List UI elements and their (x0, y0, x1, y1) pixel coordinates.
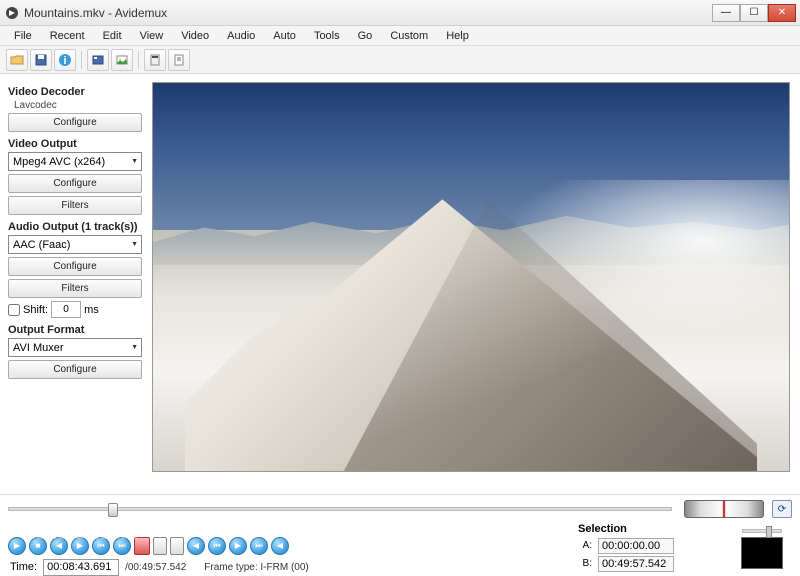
video-output-select[interactable]: Mpeg4 AVC (x264) (8, 152, 142, 171)
time-label: Time: (10, 561, 37, 573)
toolbar-separator (81, 51, 82, 69)
toolbar-separator (138, 51, 139, 69)
output-format-configure-button[interactable]: Configure (8, 360, 142, 379)
frame-type-label: Frame type: I-FRM (00) (204, 562, 308, 573)
output-format-label: Output Format (8, 324, 142, 336)
audio-output-filters-button[interactable]: Filters (8, 279, 142, 298)
goto-a-button[interactable]: ◀ (187, 537, 205, 555)
set-marker-b-button[interactable] (153, 537, 167, 555)
video-preview-area (150, 74, 800, 494)
video-decoder-label: Video Decoder (8, 86, 142, 98)
shift-checkbox[interactable] (8, 304, 20, 316)
script-button[interactable] (168, 49, 190, 71)
first-frame-button[interactable]: ⏮ (208, 537, 226, 555)
loop-button[interactable]: ⟳ (772, 500, 792, 518)
calculator-button[interactable] (144, 49, 166, 71)
selection-panel: Selection A: 00:00:00.00 B: 00:49:57.542 (578, 521, 728, 574)
menu-video[interactable]: Video (173, 28, 217, 44)
save-video-button[interactable] (87, 49, 109, 71)
svg-text:i: i (63, 55, 66, 67)
volume-slider[interactable] (742, 529, 782, 533)
close-button[interactable]: ✕ (768, 4, 796, 22)
save-button[interactable] (30, 49, 52, 71)
video-decoder-configure-button[interactable]: Configure (8, 113, 142, 132)
menu-file[interactable]: File (6, 28, 40, 44)
volume-thumb[interactable] (766, 526, 772, 538)
window-title: Mountains.mkv - Avidemux (24, 6, 712, 20)
seek-thumb[interactable] (108, 503, 118, 517)
prev-black-button[interactable]: ◀ (271, 537, 289, 555)
next-keyframe-button[interactable]: ⏭ (113, 537, 131, 555)
seek-slider[interactable] (8, 507, 672, 511)
video-preview[interactable] (152, 82, 790, 472)
menu-go[interactable]: Go (350, 28, 381, 44)
play-button[interactable]: ▶ (8, 537, 26, 555)
prev-frame-button[interactable]: ◀ (50, 537, 68, 555)
main-area: Video Decoder Lavcodec Configure Video O… (0, 74, 800, 494)
menu-view[interactable]: View (132, 28, 172, 44)
audio-level-icon (741, 537, 783, 569)
menu-auto[interactable]: Auto (265, 28, 304, 44)
menu-custom[interactable]: Custom (382, 28, 436, 44)
selection-b-value: 00:49:57.542 (598, 556, 674, 572)
window-titlebar: Mountains.mkv - Avidemux — ☐ ✕ (0, 0, 800, 26)
video-output-configure-button[interactable]: Configure (8, 174, 142, 193)
menu-recent[interactable]: Recent (42, 28, 93, 44)
save-image-button[interactable] (111, 49, 133, 71)
jog-wheel[interactable] (684, 500, 764, 518)
audio-output-configure-button[interactable]: Configure (8, 257, 142, 276)
video-output-filters-button[interactable]: Filters (8, 196, 142, 215)
menu-help[interactable]: Help (438, 28, 477, 44)
output-format-selected: AVI Muxer (13, 342, 64, 354)
menu-edit[interactable]: Edit (95, 28, 130, 44)
stop-button[interactable]: ■ (29, 537, 47, 555)
audio-output-selected: AAC (Faac) (13, 239, 70, 251)
maximize-button[interactable]: ☐ (740, 4, 768, 22)
audio-output-label: Audio Output (1 track(s)) (8, 221, 142, 233)
avidemux-icon (4, 5, 20, 21)
last-frame-button[interactable]: ⏭ (250, 537, 268, 555)
shift-label: Shift: (23, 304, 48, 316)
minimize-button[interactable]: — (712, 4, 740, 22)
selection-a-label: A: (578, 540, 592, 551)
set-marker-a-button[interactable] (134, 537, 150, 555)
time-total: /00:49:57.542 (125, 562, 186, 573)
video-output-label: Video Output (8, 138, 142, 150)
menubar: File Recent Edit View Video Audio Auto T… (0, 26, 800, 46)
shift-unit: ms (84, 304, 99, 316)
selection-a-value: 00:00:00.00 (598, 538, 674, 554)
goto-b-button[interactable]: ▶ (229, 537, 247, 555)
sidebar: Video Decoder Lavcodec Configure Video O… (0, 74, 150, 494)
prev-keyframe-button[interactable]: ⏮ (92, 537, 110, 555)
info-button[interactable]: i (54, 49, 76, 71)
next-frame-button[interactable]: ▶ (71, 537, 89, 555)
shift-input[interactable] (51, 301, 81, 318)
selection-b-label: B: (578, 558, 592, 569)
selection-title: Selection (578, 523, 728, 535)
video-output-selected: Mpeg4 AVC (x264) (13, 156, 105, 168)
toolbar: i (0, 46, 800, 74)
bottom-controls: ⟳ ▶ ■ ◀ ▶ ⏮ ⏭ ◀ ⏮ ▶ ⏭ ◀ Time: 00:08: (0, 494, 800, 573)
video-decoder-codec: Lavcodec (14, 100, 142, 111)
menu-tools[interactable]: Tools (306, 28, 348, 44)
menu-audio[interactable]: Audio (219, 28, 263, 44)
delete-button[interactable] (170, 537, 184, 555)
open-button[interactable] (6, 49, 28, 71)
output-format-select[interactable]: AVI Muxer (8, 338, 142, 357)
audio-output-select[interactable]: AAC (Faac) (8, 235, 142, 254)
